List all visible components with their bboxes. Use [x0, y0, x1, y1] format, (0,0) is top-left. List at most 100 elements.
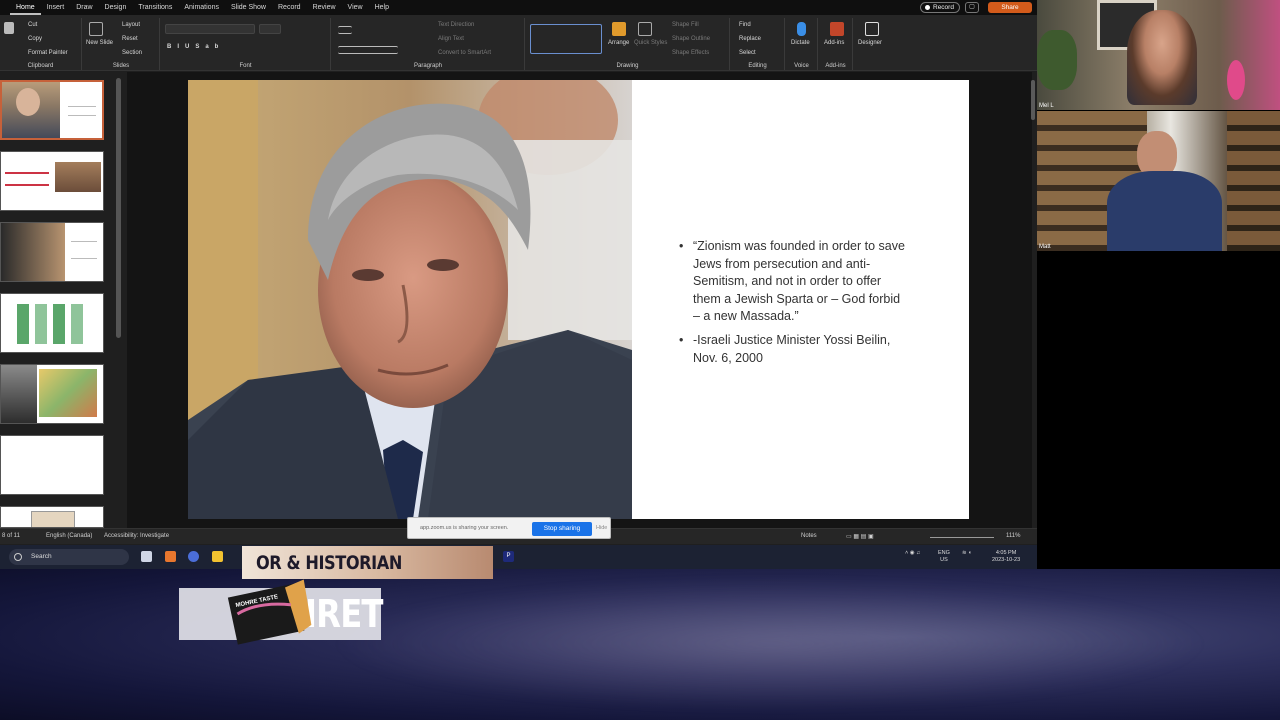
- screen-share-bar: app.zoom.us is sharing your screen. Stop…: [407, 517, 611, 539]
- cut-button[interactable]: Cut: [28, 22, 37, 28]
- tab-view[interactable]: View: [342, 0, 369, 15]
- person: [1127, 10, 1197, 105]
- tab-design[interactable]: Design: [99, 0, 133, 15]
- text-direction-button[interactable]: Text Direction: [438, 22, 474, 28]
- copy-button[interactable]: Copy: [28, 36, 42, 42]
- language-status[interactable]: English (Canada): [46, 533, 92, 539]
- quick-styles-button[interactable]: Quick Styles: [634, 40, 667, 46]
- thumbnail-map: [71, 304, 83, 344]
- hide-button[interactable]: Hide: [596, 525, 607, 531]
- font-style-buttons[interactable]: BIUSab: [167, 44, 224, 50]
- shape-effects-button[interactable]: Shape Effects: [672, 50, 709, 56]
- zoom-slider[interactable]: [930, 537, 994, 538]
- notes-button[interactable]: Notes: [801, 533, 817, 539]
- arrange-button[interactable]: Arrange: [608, 40, 629, 46]
- tray-icons[interactable]: ˄ ◉ ♫: [905, 550, 920, 557]
- video-tile-bottom[interactable]: Matt: [1037, 111, 1280, 251]
- tab-animations[interactable]: Animations: [178, 0, 225, 15]
- thumbnail-map: [35, 304, 47, 344]
- font-name-field[interactable]: [165, 24, 255, 34]
- thumbnail-map: [39, 369, 97, 417]
- comment-icon[interactable]: ▢: [965, 2, 979, 13]
- record-button[interactable]: Record: [920, 2, 960, 13]
- zoom-level[interactable]: 111%: [1006, 533, 1020, 539]
- addins-button[interactable]: Add-ins: [824, 40, 844, 46]
- reset-button[interactable]: Reset: [122, 36, 138, 42]
- select-button[interactable]: Select: [739, 50, 756, 56]
- new-slide-button[interactable]: New Slide: [86, 40, 113, 46]
- slide-thumbnail[interactable]: [0, 293, 104, 353]
- slide-thumbnails: [0, 72, 126, 528]
- align-text-button[interactable]: Align Text: [438, 36, 464, 42]
- language-indicator[interactable]: ENG US: [938, 550, 950, 564]
- tab-slide-show[interactable]: Slide Show: [225, 0, 272, 15]
- paragraph-label: Paragraph: [413, 63, 443, 69]
- slide-thumbnail[interactable]: [0, 222, 104, 282]
- chat-icon[interactable]: [188, 551, 199, 562]
- slide-thumbnail[interactable]: [0, 151, 104, 211]
- shape-outline-button[interactable]: Shape Outline: [672, 36, 710, 42]
- designer-icon[interactable]: [865, 22, 879, 36]
- share-button[interactable]: Share: [988, 2, 1032, 13]
- slide-thumbnail[interactable]: [0, 435, 104, 495]
- file-explorer-icon[interactable]: [212, 551, 223, 562]
- taskbar-search[interactable]: Search: [9, 549, 129, 565]
- participant-name: Matt: [1039, 244, 1051, 250]
- taskbar: Search P ˄ ◉ ♫ ENG US ≋ ◖ 4:05 PM 2023-10-…: [0, 545, 1037, 569]
- addins-icon[interactable]: [830, 22, 844, 36]
- accessibility-status[interactable]: Accessibility: Investigate: [104, 533, 169, 539]
- tab-transitions[interactable]: Transitions: [132, 0, 178, 15]
- convert-smartart-button[interactable]: Convert to SmartArt: [438, 50, 491, 56]
- dictate-button[interactable]: Dictate: [791, 40, 810, 46]
- thumbnail-photo: [1, 365, 37, 423]
- thumbnail-photo: [55, 162, 101, 192]
- clock[interactable]: 4:05 PM 2023-10-23: [992, 550, 1020, 564]
- designer-button[interactable]: Designer: [858, 40, 882, 46]
- network-icon[interactable]: ≋ ◖: [962, 550, 971, 557]
- paste-icon[interactable]: [4, 22, 14, 34]
- bullets-icon[interactable]: [338, 26, 352, 34]
- slide-count: 8 of 11: [2, 533, 20, 539]
- tab-draw[interactable]: Draw: [70, 0, 98, 15]
- new-slide-icon[interactable]: [89, 22, 103, 36]
- layout-button[interactable]: Layout: [122, 22, 140, 28]
- portrait-image: [188, 80, 632, 519]
- clock-date: 2023-10-23: [992, 557, 1021, 563]
- slide-thumbnail[interactable]: [0, 80, 104, 140]
- format-painter-button[interactable]: Format Painter: [28, 50, 68, 56]
- shape-fill-button[interactable]: Shape Fill: [672, 22, 699, 28]
- find-button[interactable]: Find: [739, 22, 751, 28]
- shapes-gallery[interactable]: [530, 24, 602, 54]
- slide-thumbnail[interactable]: [0, 506, 104, 528]
- editing-group: Find Replace Select Editing: [731, 18, 785, 70]
- background-blur: [330, 579, 1210, 709]
- tab-home[interactable]: Home: [10, 0, 41, 15]
- task-view-icon[interactable]: [141, 551, 152, 562]
- slide-quote[interactable]: “Zionism was founded in order to save Je…: [679, 238, 909, 373]
- align-icons[interactable]: [338, 46, 398, 54]
- addins-label: Add-ins: [825, 63, 846, 69]
- current-slide[interactable]: “Zionism was founded in order to save Je…: [188, 80, 969, 519]
- quick-styles-icon[interactable]: [638, 22, 652, 36]
- tab-record[interactable]: Record: [272, 0, 307, 15]
- ribbon: Cut Copy Format Painter Clipboard New Sl…: [0, 15, 1037, 71]
- font-size-field[interactable]: [259, 24, 281, 34]
- app-icon[interactable]: P: [503, 551, 514, 562]
- arrange-icon[interactable]: [612, 22, 626, 36]
- lang-bottom: US: [940, 557, 948, 563]
- tab-help[interactable]: Help: [369, 0, 395, 15]
- browser-icon[interactable]: [165, 551, 176, 562]
- search-icon: [14, 553, 22, 561]
- tab-insert[interactable]: Insert: [41, 0, 71, 15]
- stop-sharing-button[interactable]: Stop sharing: [532, 522, 592, 536]
- slide-scrollbar[interactable]: [1031, 80, 1035, 120]
- thumbnail-scrollbar[interactable]: [116, 78, 121, 338]
- video-tile-top[interactable]: Mel L: [1037, 0, 1280, 110]
- replace-button[interactable]: Replace: [739, 36, 761, 42]
- microphone-icon[interactable]: [797, 22, 806, 36]
- section-button[interactable]: Section: [122, 50, 142, 56]
- tab-review[interactable]: Review: [307, 0, 342, 15]
- view-buttons[interactable]: ▭ ▦ ▤ ▣: [846, 533, 874, 540]
- slide-thumbnail[interactable]: [0, 364, 104, 424]
- paragraph-group: Text Direction Align Text Convert to Sma…: [332, 18, 525, 70]
